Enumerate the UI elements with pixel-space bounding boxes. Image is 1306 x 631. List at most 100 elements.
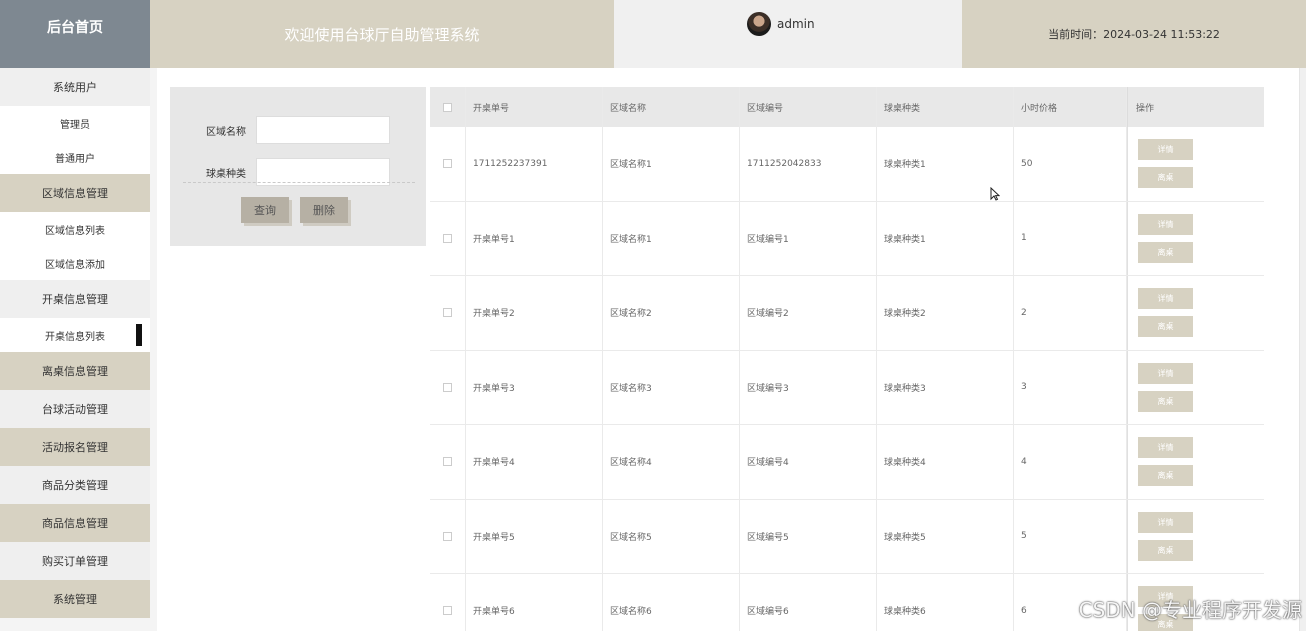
- sidebar: 系统用户 管理员 普通用户 区域信息管理 区域信息列表 区域信息添加 开桌信息管…: [0, 68, 150, 631]
- sidebar-item-open-table-management[interactable]: 开桌信息管理: [0, 280, 150, 318]
- area-code-cell: 区域编号1: [740, 201, 877, 275]
- sidebar-item-system-users[interactable]: 系统用户: [0, 68, 150, 106]
- delete-button[interactable]: 删除: [300, 197, 348, 223]
- leave-table-button[interactable]: 离桌: [1138, 241, 1193, 263]
- area-code-cell: 区域编号3: [740, 350, 877, 424]
- sidebar-item-system-management[interactable]: 系统管理: [0, 580, 150, 618]
- sidebar-item-label: 区域信息管理: [42, 187, 108, 200]
- row-checkbox[interactable]: [443, 159, 452, 169]
- order-no-cell: 开桌单号4: [466, 425, 603, 499]
- actions-cell: 详情 离桌: [1127, 350, 1264, 424]
- hourly-price-cell: 5: [1014, 499, 1127, 573]
- user-panel: admin: [614, 0, 962, 68]
- query-button[interactable]: 查询: [241, 197, 289, 223]
- actions-cell: 详情 离桌: [1127, 276, 1264, 350]
- row-checkbox[interactable]: [443, 233, 452, 243]
- row-checkbox[interactable]: [443, 382, 452, 392]
- sidebar-item-label: 管理员: [60, 119, 90, 131]
- order-no-cell: 开桌单号5: [466, 499, 603, 573]
- row-select-cell: [430, 276, 466, 350]
- detail-button[interactable]: 详情: [1138, 362, 1193, 384]
- sidebar-item-label: 开桌信息管理: [42, 293, 108, 306]
- area-name-label: 区域名称: [206, 127, 246, 138]
- area-code-cell: 区域编号6: [740, 574, 877, 631]
- order-no-cell: 开桌单号1: [466, 201, 603, 275]
- sidebar-item-label: 商品分类管理: [42, 479, 108, 492]
- row-select-cell: [430, 127, 466, 201]
- row-checkbox[interactable]: [443, 457, 452, 467]
- hourly-price-cell: 1: [1014, 201, 1127, 275]
- leave-table-button[interactable]: 离桌: [1138, 539, 1193, 561]
- watermark-text: CSDN @专业程序开发源: [1078, 598, 1302, 622]
- row-checkbox[interactable]: [443, 606, 452, 616]
- column-header: 开桌单号: [466, 87, 603, 127]
- row-select-cell: [430, 201, 466, 275]
- sidebar-item-label: 活动报名管理: [42, 441, 108, 454]
- row-checkbox[interactable]: [443, 308, 452, 318]
- area-name-input[interactable]: [256, 116, 390, 144]
- sidebar-item-category-management[interactable]: 商品分类管理: [0, 466, 150, 504]
- leave-table-button[interactable]: 离桌: [1138, 167, 1193, 189]
- sidebar-item-order-management[interactable]: 购买订单管理: [0, 542, 150, 580]
- detail-button[interactable]: 详情: [1138, 511, 1193, 533]
- order-no-cell: 开桌单号6: [466, 574, 603, 631]
- area-code-cell: 1711252042833: [740, 127, 877, 201]
- sidebar-item-label: 区域信息列表: [45, 225, 105, 237]
- order-no-cell: 开桌单号3: [466, 350, 603, 424]
- leave-table-button[interactable]: 离桌: [1138, 465, 1193, 487]
- detail-button[interactable]: 详情: [1138, 213, 1193, 235]
- row-select-cell: [430, 499, 466, 573]
- sidebar-item-area-management[interactable]: 区域信息管理: [0, 174, 150, 212]
- home-logo[interactable]: 后台首页: [0, 0, 150, 68]
- column-header: 球桌种类: [877, 87, 1014, 127]
- order-no-cell: 开桌单号2: [466, 276, 603, 350]
- sidebar-item-product-management[interactable]: 商品信息管理: [0, 504, 150, 542]
- divider: [183, 182, 415, 183]
- table-row: 开桌单号2 区域名称2 区域编号2 球桌种类2 2 详情 离桌: [430, 276, 1264, 351]
- table-type-cell: 球桌种类4: [877, 425, 1014, 499]
- table-type-cell: 球桌种类3: [877, 350, 1014, 424]
- table-type-cell: 球桌种类2: [877, 276, 1014, 350]
- hourly-price-cell: 3: [1014, 350, 1127, 424]
- detail-button[interactable]: 详情: [1138, 437, 1193, 459]
- sidebar-item-area-list[interactable]: 区域信息列表: [0, 212, 150, 246]
- sidebar-item-label: 开桌信息列表: [45, 331, 105, 343]
- sidebar-item-label: 区域信息添加: [45, 259, 105, 271]
- area-name-row: 区域名称: [170, 116, 426, 144]
- mouse-cursor-icon: [990, 187, 1000, 201]
- avatar[interactable]: [747, 12, 771, 36]
- row-checkbox[interactable]: [443, 531, 452, 541]
- area-name-cell: 区域名称3: [603, 350, 740, 424]
- sidebar-item-label: 系统管理: [53, 593, 97, 606]
- main-content: 区域名称 球桌种类 查询 删除 开桌单号 区域名称 区域编号 球桌种类 小时价格…: [157, 68, 1306, 631]
- vertical-scrollbar[interactable]: [1299, 68, 1306, 631]
- area-name-cell: 区域名称6: [603, 574, 740, 631]
- actions-cell: 详情 离桌: [1127, 499, 1264, 573]
- actions-cell: 详情 离桌: [1127, 425, 1264, 499]
- sidebar-item-leave-table-management[interactable]: 离桌信息管理: [0, 352, 150, 390]
- leave-table-button[interactable]: 离桌: [1138, 316, 1193, 338]
- current-time: 当前时间：2024-03-24 11:53:22: [962, 0, 1306, 68]
- sidebar-item-open-table-list[interactable]: 开桌信息列表: [0, 318, 150, 352]
- sidebar-item-label: 台球活动管理: [42, 403, 108, 416]
- column-header: 区域名称: [603, 87, 740, 127]
- sidebar-item-registration-management[interactable]: 活动报名管理: [0, 428, 150, 466]
- username[interactable]: admin: [777, 17, 815, 31]
- active-indicator: [136, 324, 142, 346]
- hourly-price-cell: 50: [1014, 127, 1127, 201]
- sidebar-item-label: 购买订单管理: [42, 555, 108, 568]
- leave-table-button[interactable]: 离桌: [1138, 390, 1193, 412]
- sidebar-item-normal-users[interactable]: 普通用户: [0, 140, 150, 174]
- table-row: 开桌单号5 区域名称5 区域编号5 球桌种类5 5 详情 离桌: [430, 499, 1264, 574]
- column-header: 小时价格: [1014, 87, 1127, 127]
- table-row: 开桌单号1 区域名称1 区域编号1 球桌种类1 1 详情 离桌: [430, 201, 1264, 276]
- sidebar-item-admin[interactable]: 管理员: [0, 106, 150, 140]
- area-name-cell: 区域名称5: [603, 499, 740, 573]
- detail-button[interactable]: 详情: [1138, 139, 1193, 161]
- sidebar-item-activity-management[interactable]: 台球活动管理: [0, 390, 150, 428]
- select-all-checkbox[interactable]: [443, 102, 452, 112]
- area-name-cell: 区域名称2: [603, 276, 740, 350]
- sidebar-item-area-add[interactable]: 区域信息添加: [0, 246, 150, 280]
- detail-button[interactable]: 详情: [1138, 288, 1193, 310]
- data-table: 开桌单号 区域名称 区域编号 球桌种类 小时价格 操作 171125223739…: [430, 87, 1264, 631]
